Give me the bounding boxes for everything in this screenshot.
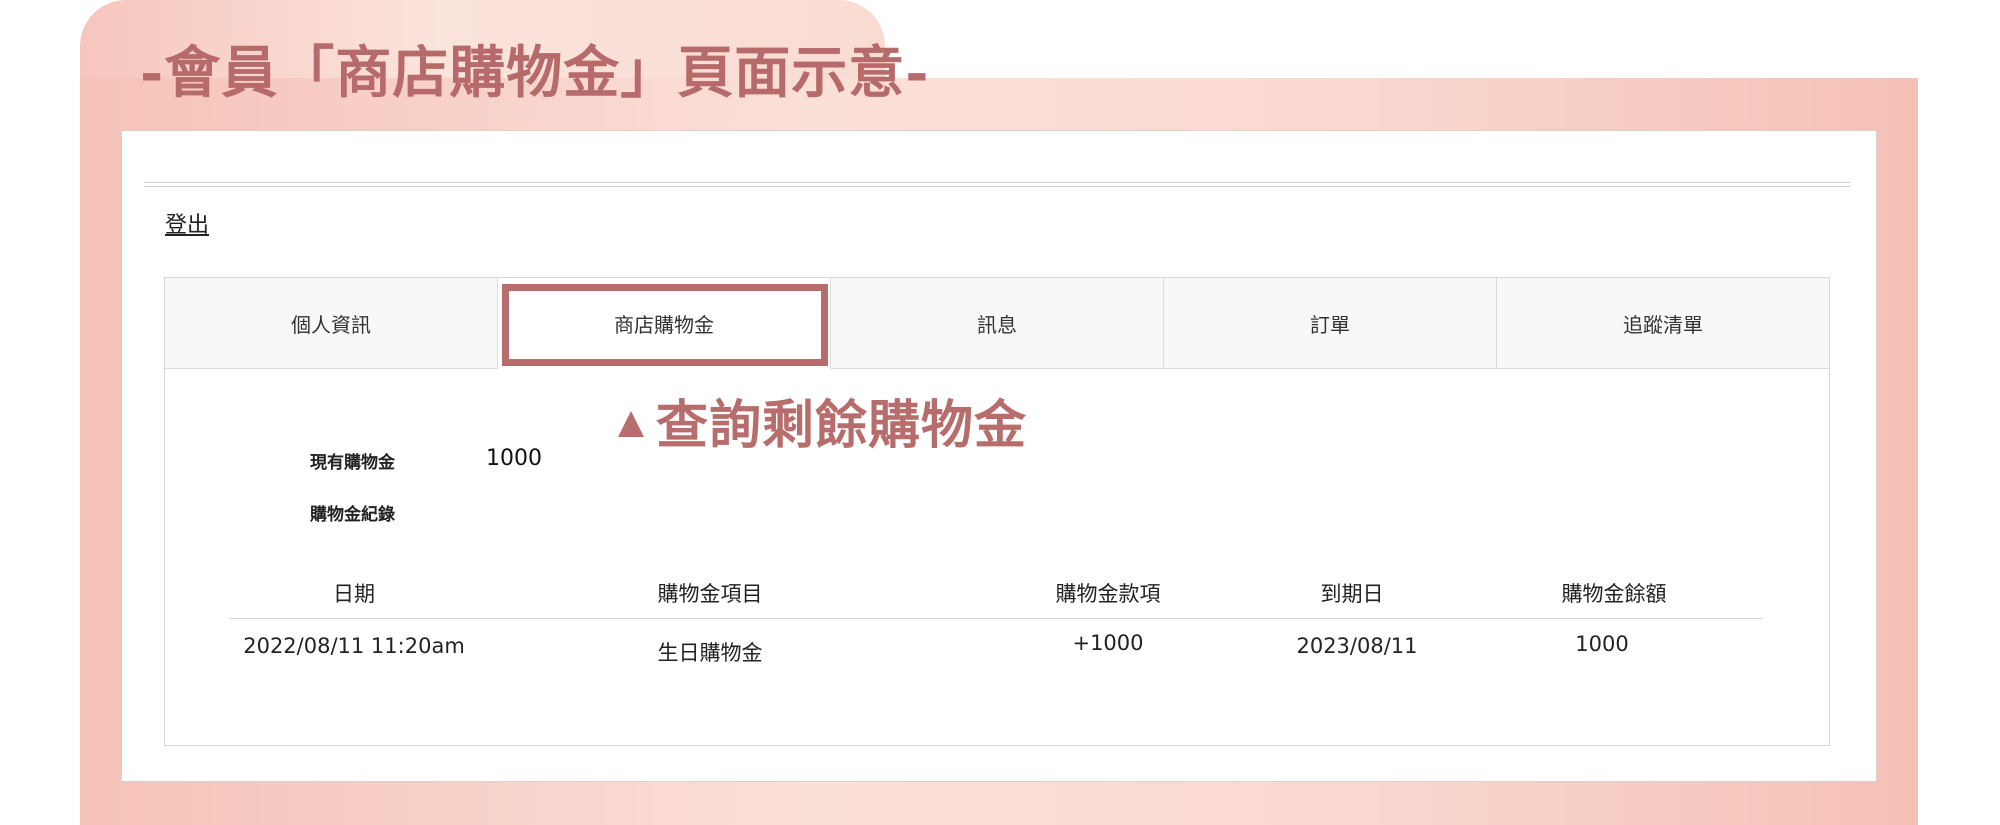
table-cell-item: 生日購物金 bbox=[657, 641, 763, 665]
header-divider bbox=[144, 182, 1850, 187]
member-panel: 個人資訊 商店購物金 訊息 訂單 追蹤清單 bbox=[164, 277, 1830, 746]
column-header-amount: 購物金款項 bbox=[1055, 582, 1161, 606]
tab-label: 個人資訊 bbox=[291, 312, 371, 337]
table-cell-amount: +1000 bbox=[1072, 631, 1144, 655]
credit-history-label: 購物金紀錄 bbox=[310, 505, 395, 525]
annotation-text: 查詢剩餘購物金 bbox=[656, 396, 1028, 456]
tab-label: 追蹤清單 bbox=[1623, 312, 1703, 337]
credit-table-header: 日期 購物金項目 購物金款項 到期日 購物金餘額 bbox=[230, 578, 1762, 619]
tab-label: 訂單 bbox=[1310, 312, 1350, 337]
tab-store-credit[interactable]: 商店購物金 bbox=[498, 278, 831, 369]
column-header-balance: 購物金餘額 bbox=[1561, 582, 1667, 606]
tab-profile[interactable]: 個人資訊 bbox=[165, 278, 498, 369]
tab-orders[interactable]: 訂單 bbox=[1164, 278, 1497, 369]
column-header-item: 購物金項目 bbox=[657, 582, 763, 606]
column-header-date: 日期 bbox=[333, 582, 375, 606]
logout-link[interactable]: 登出 bbox=[165, 207, 209, 239]
tab-label: 訊息 bbox=[977, 312, 1017, 337]
current-credit-value: 1000 bbox=[486, 446, 542, 471]
tab-messages[interactable]: 訊息 bbox=[831, 278, 1164, 369]
column-header-expiry: 到期日 bbox=[1320, 582, 1384, 606]
table-cell-expiry: 2023/08/11 bbox=[1296, 634, 1418, 658]
current-credit-label: 現有購物金 bbox=[310, 453, 395, 473]
table-cell-balance: 1000 bbox=[1575, 632, 1629, 656]
triangle-pointer-icon bbox=[618, 410, 644, 437]
annotation-callout: 查詢剩餘購物金 bbox=[618, 383, 1027, 458]
tab-watchlist[interactable]: 追蹤清單 bbox=[1497, 278, 1829, 369]
tab-bar: 個人資訊 商店購物金 訊息 訂單 追蹤清單 bbox=[165, 278, 1829, 369]
frame-title: -會員「商店購物金」頁面示意- bbox=[140, 40, 930, 106]
tab-label: 商店購物金 bbox=[614, 312, 714, 337]
table-cell-date: 2022/08/11 11:20am bbox=[243, 634, 465, 658]
